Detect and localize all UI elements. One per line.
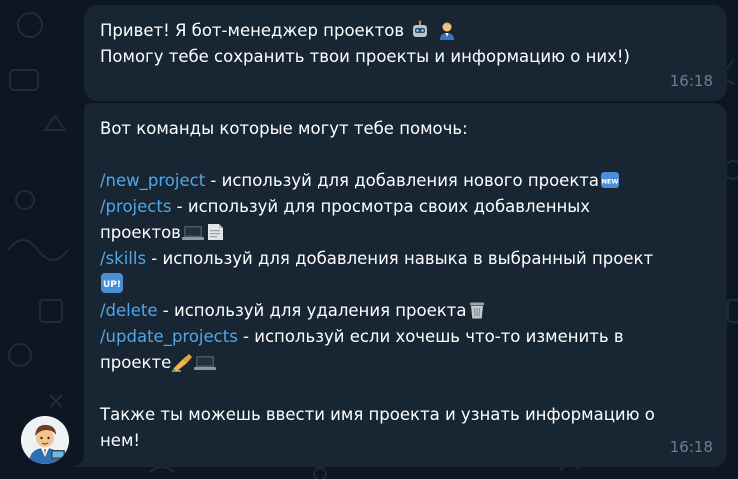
command-link-update-projects[interactable]: /update_projects	[100, 327, 238, 346]
writing-hand-laptop-icon	[172, 352, 217, 372]
command-line-skills-cont: UP!	[100, 272, 711, 298]
laptop-page-icon	[181, 222, 226, 242]
command-link-projects[interactable]: /projects	[100, 197, 171, 216]
command-line-new-project: /new_project - используй для добавления …	[100, 170, 620, 190]
command-line-skills: /skills - используй для добавления навык…	[100, 249, 654, 268]
message-intro: Вот команды которые могут тебе помочь:	[100, 119, 468, 138]
bot-avatar[interactable]	[21, 416, 69, 464]
bubble-tail	[74, 453, 88, 467]
office-worker-icon	[437, 20, 457, 40]
command-link-delete[interactable]: /delete	[100, 301, 158, 320]
new-badge-icon: NEW	[600, 170, 620, 190]
command-line-update-projects: /update_projects - используй если хочешь…	[100, 327, 624, 346]
command-link-skills[interactable]: /skills	[100, 249, 146, 268]
svg-text:UP!: UP!	[103, 280, 121, 290]
message-timestamp: 16:18	[669, 72, 713, 90]
message-bubble-greeting: Привет! Я бот-менеджер проектов Помогу т…	[84, 5, 727, 101]
message-line: Привет! Я бот-менеджер проектов	[100, 18, 711, 44]
command-line-projects: /projects - используй для просмотра свои…	[100, 197, 591, 216]
message-timestamp: 16:18	[669, 438, 713, 456]
message-outro-line2: нем!	[100, 431, 141, 450]
command-line-projects-cont: проектов	[100, 220, 711, 246]
command-link-new-project[interactable]: /new_project	[100, 171, 205, 190]
command-line-update-projects-cont: проекте	[100, 350, 711, 376]
svg-text:NEW: NEW	[601, 178, 618, 186]
up-badge-icon: UP!	[100, 272, 124, 294]
robot-icon	[410, 20, 430, 40]
trash-icon	[467, 300, 487, 320]
message-line: Помогу тебе сохранить твои проекты и инф…	[100, 47, 630, 66]
message-bubble-commands: Вот команды которые могут тебе помочь: /…	[84, 103, 727, 467]
command-line-delete: /delete - используй для удаления проекта	[100, 298, 711, 324]
message-outro-line1: Также ты можешь ввести имя проекта и узн…	[100, 405, 655, 424]
